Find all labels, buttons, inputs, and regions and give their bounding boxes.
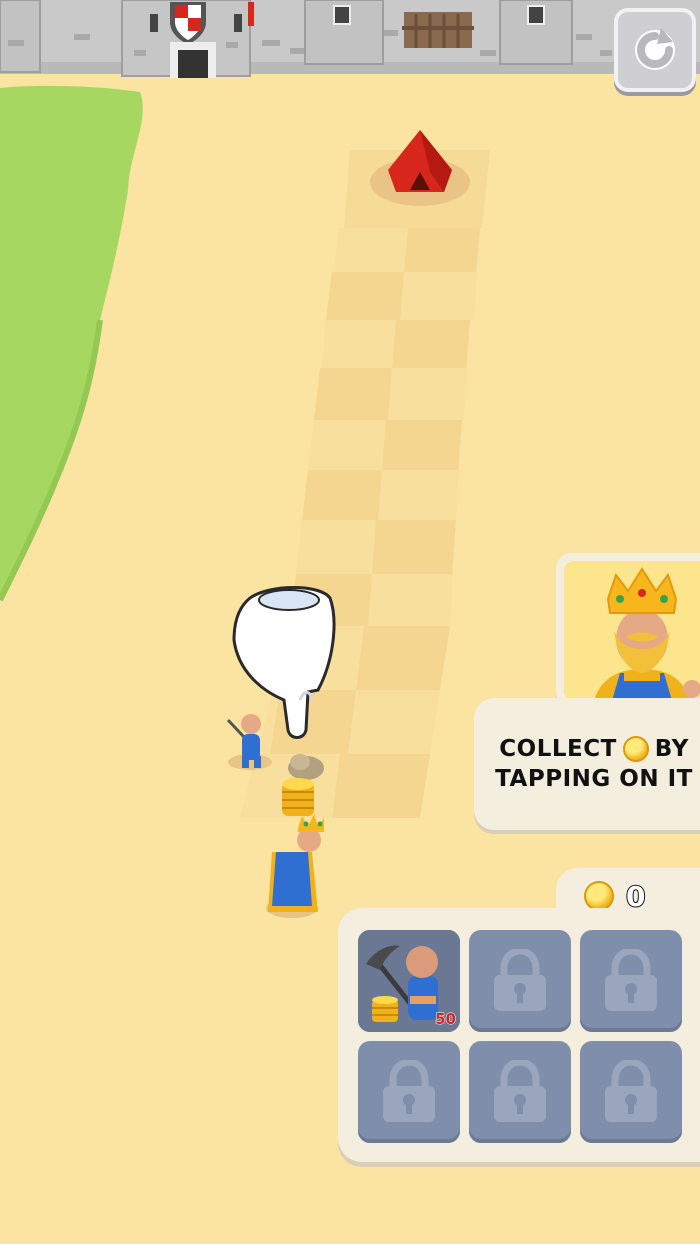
hint-line-1: COLLECT BY <box>474 736 700 762</box>
unit-slot-locked[interactable] <box>469 1041 571 1143</box>
unit-slot-locked[interactable] <box>469 930 571 1032</box>
hint-by-text: BY <box>654 736 689 762</box>
hint-line-2: TAPPING ON IT <box>495 766 693 792</box>
lock-icon <box>605 1060 657 1122</box>
restart-icon <box>635 28 675 70</box>
tent <box>370 130 470 206</box>
unit-slot-miner[interactable]: 50 <box>358 930 460 1032</box>
unit-price: 50 <box>435 1010 457 1029</box>
king-portrait-icon <box>564 561 700 701</box>
castle-wall <box>0 0 700 78</box>
grass-area <box>0 85 143 601</box>
path-tiles <box>240 150 490 818</box>
coin-icon <box>622 736 649 762</box>
lock-icon <box>494 1060 546 1122</box>
king-portrait <box>556 553 700 709</box>
unit-slot-locked[interactable] <box>358 1041 460 1143</box>
king-character <box>266 814 324 918</box>
lock-icon <box>383 1060 435 1122</box>
coin-stack <box>282 778 314 816</box>
lock-icon <box>605 949 657 1011</box>
king-portrait-frame <box>564 561 700 701</box>
unit-slot-locked[interactable] <box>580 1041 682 1143</box>
unit-slot-locked[interactable] <box>580 930 682 1032</box>
tutorial-hint-box: COLLECT BY TAPPING ON IT <box>474 698 700 830</box>
unit-shop-panel: 50 <box>338 908 700 1162</box>
lock-icon <box>494 949 546 1011</box>
coin-icon <box>584 881 614 911</box>
hint-collect-text: COLLECT <box>499 736 617 762</box>
restart-button[interactable] <box>614 8 696 92</box>
